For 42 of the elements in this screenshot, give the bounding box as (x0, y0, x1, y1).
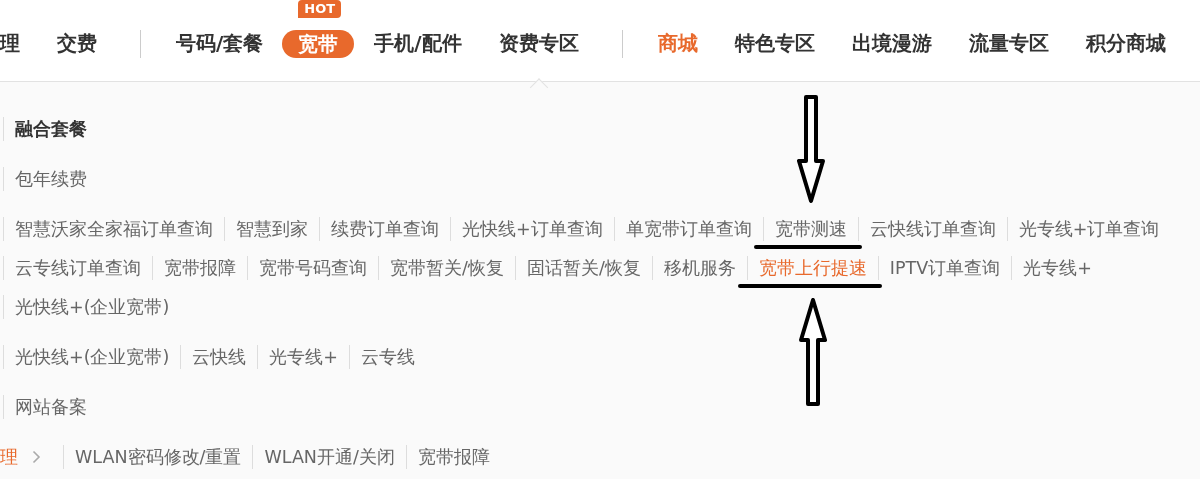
hot-badge: HOT (298, 0, 342, 18)
menu-link[interactable]: 光快线+(企业宽带) (3, 294, 181, 319)
nav-link[interactable]: 商城 (657, 30, 698, 57)
breadcrumb-text: 理 (0, 445, 18, 469)
menu-link[interactable]: 光快线+(企业宽带) (3, 344, 181, 369)
nav-link[interactable]: 积分商城 (1085, 30, 1166, 57)
nav-link[interactable]: 号码/套餐 (176, 30, 264, 57)
menu-link[interactable]: 智慧沃家全家福订单查询 (3, 216, 224, 241)
nav-link[interactable]: 出境漫游 (851, 30, 932, 57)
menu-link[interactable]: 包年续费 (3, 166, 98, 191)
menu-link[interactable]: 宽带号码查询 (247, 255, 378, 280)
menu-link[interactable]: IPTV订单查询 (877, 255, 1012, 280)
chevron-right-icon (32, 449, 41, 464)
menu-link[interactable]: 云快线 (180, 344, 258, 369)
menu-link[interactable]: 光快线+订单查询 (450, 216, 614, 241)
menu-link[interactable]: 宽带报障 (152, 255, 247, 280)
nav-hot-pill[interactable]: 宽带 (282, 29, 355, 58)
menu-link[interactable]: 云专线订单查询 (3, 255, 152, 280)
menu-link[interactable]: 云专线 (349, 344, 426, 369)
menu-link[interactable]: 光专线+ (1011, 255, 1103, 280)
menu-link[interactable]: 宽带测速 (762, 216, 858, 241)
nav-link[interactable]: 交费 (57, 30, 97, 57)
menu-link[interactable]: 固话暂关/恢复 (514, 255, 652, 280)
menu-link[interactable]: 宽带暂关/恢复 (378, 255, 515, 280)
menu-link[interactable]: WLAN密码修改/重置 (63, 444, 253, 469)
section-heading[interactable]: 融合套餐 (3, 116, 98, 141)
menu-link[interactable]: 网站备案 (3, 394, 98, 419)
menu-link[interactable]: 续费订单查询 (319, 216, 450, 241)
nav-link[interactable]: 资费专区 (498, 30, 579, 57)
menu-link[interactable]: 宽带报障 (405, 444, 501, 469)
menu-link[interactable]: 宽带上行提速 (746, 255, 878, 280)
menu-link[interactable]: 光专线+订单查询 (1006, 216, 1171, 241)
nav-link[interactable]: 流量专区 (968, 30, 1049, 57)
nav-link[interactable]: 特色专区 (734, 30, 815, 57)
menu-link[interactable]: 单宽带订单查询 (613, 216, 763, 241)
nav-link[interactable]: 手机/配件 (374, 30, 462, 57)
menu-link[interactable]: 云快线订单查询 (857, 216, 1007, 241)
menu-link[interactable]: 移机服务 (651, 255, 747, 280)
menu-link[interactable]: 智慧到家 (224, 216, 319, 241)
nav-link[interactable]: 理 (0, 30, 20, 57)
menu-link[interactable]: WLAN开通/关闭 (252, 444, 406, 469)
menu-link[interactable]: 光专线+ (257, 344, 349, 369)
